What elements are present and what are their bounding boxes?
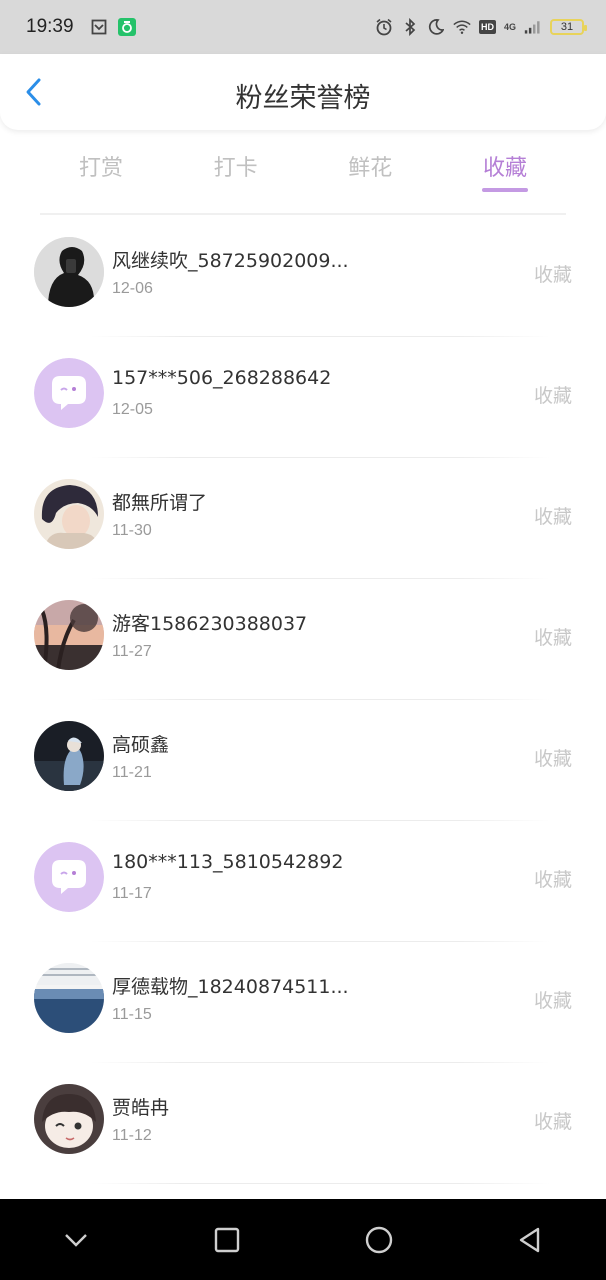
square-icon <box>215 1227 240 1252</box>
status-bar: 19:39 HD 4G 31 <box>0 0 606 54</box>
action-label: 收藏 <box>533 506 572 528</box>
recents-button[interactable] <box>207 1220 247 1260</box>
avatar-photo-icon <box>34 237 104 307</box>
user-name: 高硕鑫 <box>112 734 170 756</box>
tab-label: 鲜花 <box>348 156 393 181</box>
network-type: 4G <box>503 22 516 32</box>
list-item[interactable]: 厚德载物_18240874511... 11-15 收藏 <box>0 942 606 1063</box>
avatar[interactable] <box>34 600 104 670</box>
active-tab-indicator <box>481 188 528 192</box>
avatar[interactable] <box>34 479 104 549</box>
list-item[interactable]: 都無所谓了 11-30 收藏 <box>0 458 606 579</box>
tab-label: 打卡 <box>213 156 258 181</box>
tab-checkin[interactable]: 打卡 <box>169 140 303 182</box>
status-left: 19:39 <box>26 16 136 38</box>
moon-icon <box>427 18 445 36</box>
user-name: 风继续吹_58725902009... <box>112 250 349 272</box>
notification-icon <box>90 18 108 36</box>
avatar[interactable] <box>34 358 104 428</box>
signal-icon <box>524 18 542 36</box>
battery-level: 31 <box>560 21 574 33</box>
user-name: 157***506_268288642 <box>112 367 332 389</box>
avatar-photo-icon <box>34 479 104 549</box>
tab-label: 收藏 <box>482 156 527 181</box>
divider <box>90 1183 550 1184</box>
hide-nav-button[interactable] <box>56 1220 96 1260</box>
tab-wrap: 打赏 打卡 鲜花 收藏 <box>34 140 572 192</box>
alarm-icon <box>375 18 393 36</box>
chat-bubble-icon <box>34 842 104 912</box>
chevron-down-icon <box>64 1233 87 1247</box>
system-nav-bar <box>0 1199 606 1280</box>
avatar-photo-icon <box>34 1084 104 1154</box>
list-item[interactable]: 贾皓冉 11-12 收藏 <box>0 1063 606 1184</box>
wifi-icon <box>453 18 471 36</box>
status-right: HD 4G 31 <box>375 18 587 36</box>
item-date: 11-21 <box>112 764 152 781</box>
list-item[interactable]: 高硕鑫 11-21 收藏 <box>0 700 606 821</box>
battery-indicator: 31 <box>550 19 587 35</box>
action-label: 收藏 <box>533 748 572 770</box>
item-date: 11-12 <box>112 1127 152 1144</box>
list-item[interactable]: 157***506_268288642 12-05 收藏 <box>0 337 606 458</box>
action-label: 收藏 <box>533 385 572 407</box>
chat-bubble-icon <box>34 358 104 428</box>
avatar[interactable] <box>34 1084 104 1154</box>
item-date: 11-17 <box>112 885 152 902</box>
list-item[interactable]: 风继续吹_58725902009... 12-06 收藏 <box>0 216 606 337</box>
action-label: 收藏 <box>533 627 572 649</box>
avatar[interactable] <box>34 963 104 1033</box>
tab-favorites[interactable]: 收藏 <box>438 140 572 192</box>
home-button[interactable] <box>359 1220 399 1260</box>
item-date: 11-15 <box>112 1006 152 1023</box>
user-name: 贾皓冉 <box>112 1097 170 1119</box>
user-name: 180***113_5810542892 <box>112 851 344 873</box>
avatar[interactable] <box>34 842 104 912</box>
action-label: 收藏 <box>533 1111 572 1133</box>
action-label: 收藏 <box>533 869 572 891</box>
hd-badge: HD <box>478 20 496 34</box>
item-date: 11-30 <box>112 522 152 539</box>
avatar[interactable] <box>34 721 104 791</box>
avatar-photo-icon <box>34 963 104 1033</box>
tab-reward[interactable]: 打赏 <box>34 140 168 182</box>
tab-bar: 打赏 打卡 鲜花 收藏 <box>0 140 606 200</box>
circle-home-icon <box>365 1226 392 1253</box>
avatar-photo-icon <box>34 600 104 670</box>
user-name: 游客1586230388037 <box>112 613 308 635</box>
user-name: 都無所谓了 <box>112 492 208 514</box>
back-nav-button[interactable] <box>510 1220 550 1260</box>
action-label: 收藏 <box>533 264 572 286</box>
fan-list: 风继续吹_58725902009... 12-06 收藏 157***506_2… <box>0 216 606 1184</box>
list-item[interactable]: 游客1586230388037 11-27 收藏 <box>0 579 606 700</box>
list-top-divider <box>40 213 566 215</box>
action-label: 收藏 <box>533 990 572 1012</box>
list-item[interactable]: 180***113_5810542892 11-17 收藏 <box>0 821 606 942</box>
user-name: 厚德载物_18240874511... <box>112 976 349 998</box>
status-time: 19:39 <box>26 16 74 37</box>
tab-flowers[interactable]: 鲜花 <box>303 140 437 182</box>
item-date: 11-27 <box>112 643 152 660</box>
tab-label: 打赏 <box>78 156 123 181</box>
avatar[interactable] <box>34 237 104 307</box>
item-date: 12-05 <box>112 401 153 418</box>
item-date: 12-06 <box>112 280 153 297</box>
avatar-photo-icon <box>34 721 104 791</box>
bluetooth-icon <box>401 18 419 36</box>
header: 粉丝荣誉榜 <box>0 54 606 130</box>
page-title: 粉丝荣誉榜 <box>235 83 371 114</box>
triangle-back-icon <box>520 1227 540 1252</box>
camera-app-icon <box>117 18 136 36</box>
